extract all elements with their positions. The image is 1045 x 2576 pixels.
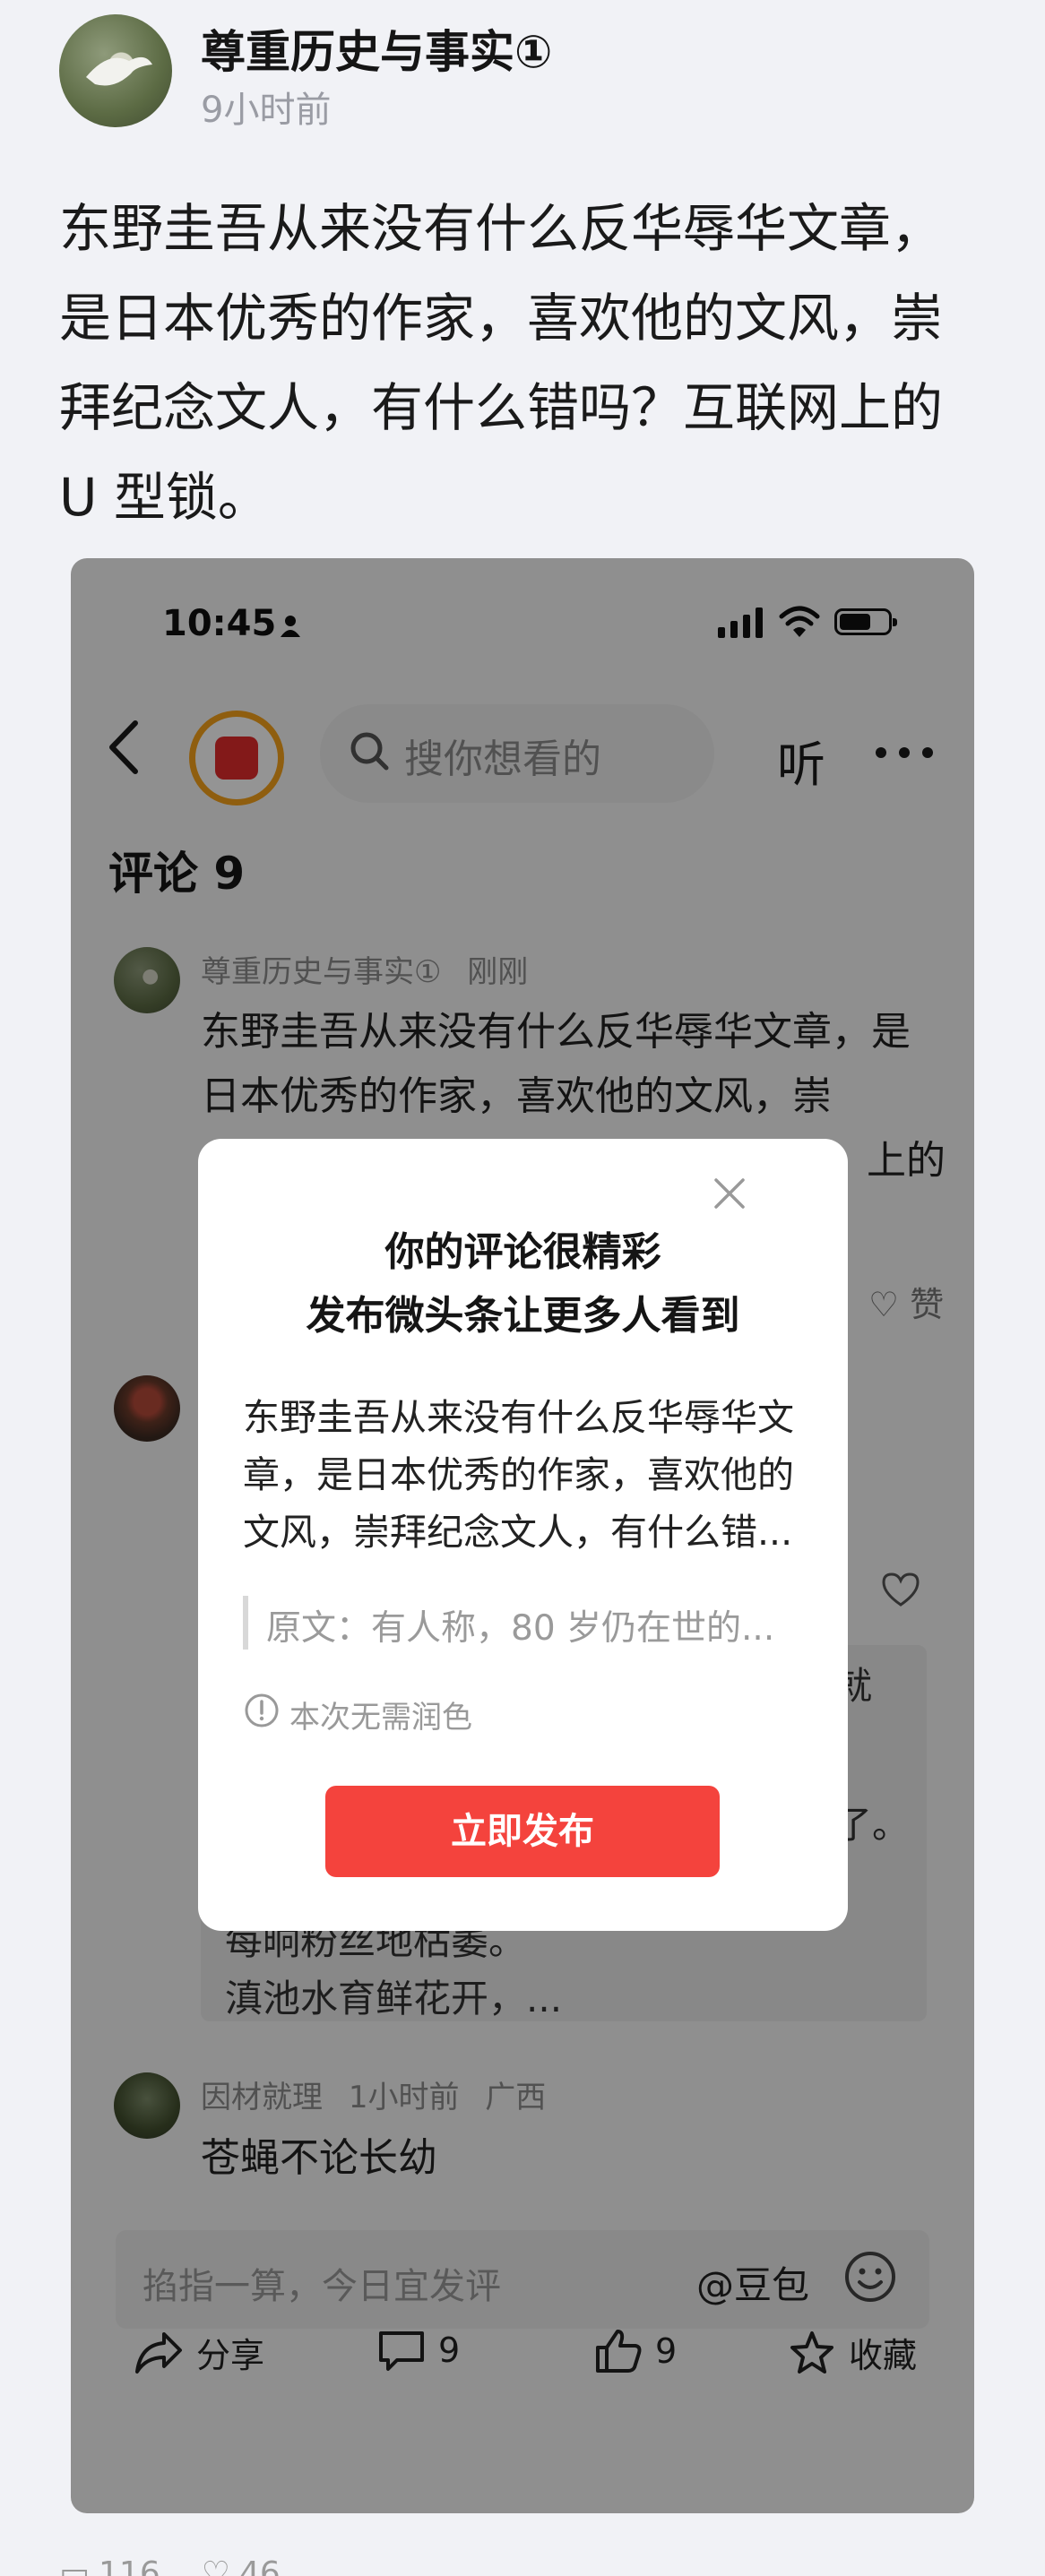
post-like-count: 46 bbox=[239, 2555, 281, 2576]
post-text: 东野圭吾从来没有什么反华辱华文章，是日本优秀的作家，喜欢他的文风，崇拜纪念文人，… bbox=[59, 198, 944, 528]
modal-title: 你的评论很精彩 bbox=[384, 1229, 661, 1275]
post-comments[interactable]: ▭ 116 bbox=[59, 2555, 160, 2576]
embedded-screenshot[interactable]: 10:45 搜你想看的 听 评论 9 尊重历史与事实① 刚刚 东野圭吾从来没有什… bbox=[71, 558, 974, 2513]
info-icon bbox=[245, 1693, 279, 1727]
publish-button[interactable]: 立即发布 bbox=[325, 1786, 720, 1877]
bird-icon bbox=[86, 56, 152, 86]
author-avatar[interactable] bbox=[59, 14, 172, 127]
comment-icon: ▭ bbox=[59, 2555, 91, 2576]
modal-subtitle: 发布微头条让更多人看到 bbox=[306, 1293, 740, 1339]
modal-quote: 原文：有人称，80 岁仍在世的... bbox=[266, 1608, 775, 1649]
quote-bar bbox=[243, 1596, 248, 1650]
author-name[interactable]: 尊重历史与事实① bbox=[201, 16, 552, 81]
post-comment-count: 116 bbox=[99, 2555, 160, 2576]
heart-icon: ♡ bbox=[201, 2555, 231, 2576]
post-time: 9小时前 bbox=[201, 90, 332, 131]
post-likes[interactable]: ♡ 46 bbox=[202, 2555, 281, 2576]
post-stats: ▭ 116 ♡ 46 bbox=[59, 2555, 281, 2576]
modal-note: 本次无需润色 bbox=[289, 1700, 472, 1736]
close-icon[interactable] bbox=[712, 1176, 747, 1210]
modal-body-text: 东野圭吾从来没有什么反华辱华文章，是日本优秀的作家，喜欢他的文风，崇拜纪念文人，… bbox=[243, 1396, 794, 1554]
